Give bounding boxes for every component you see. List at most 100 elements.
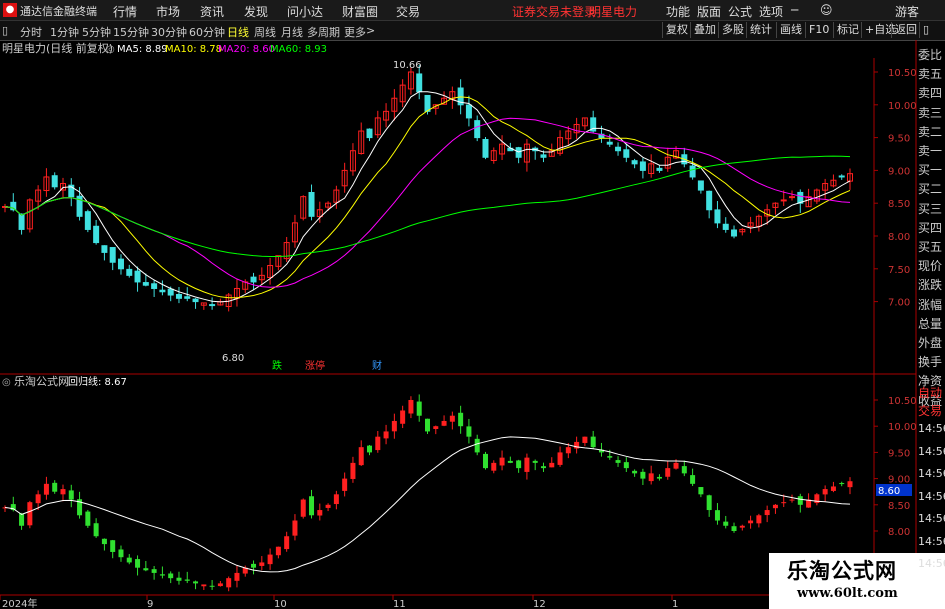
watermark-url: www.60lt.com — [797, 586, 898, 601]
candle-body — [615, 146, 622, 152]
ma-toggle-icon[interactable]: ◎ — [106, 44, 115, 55]
y-tick-label: 7.00 — [888, 298, 910, 309]
menu-options[interactable]: 选项 — [759, 3, 783, 20]
stats-button[interactable]: 统计 — [746, 22, 772, 38]
sub-candle-body — [284, 536, 290, 550]
mark-button[interactable]: 标记 — [833, 22, 859, 38]
sub-candle-body — [656, 476, 662, 479]
sub-candle-body — [847, 481, 853, 488]
sub-candle-body — [466, 426, 472, 437]
side-panel-label: 14:56 — [918, 512, 945, 525]
user-icon[interactable]: ☺ — [820, 3, 833, 17]
sub-candle-body — [615, 460, 621, 463]
sub-candle-body — [391, 420, 397, 432]
adjust-button[interactable]: 复权 — [662, 22, 688, 38]
candle-body — [84, 211, 91, 230]
period-tab[interactable]: 60分钟 — [189, 24, 225, 40]
sub-candle-body — [781, 502, 787, 504]
candle-body — [366, 128, 373, 139]
event-marker-limit-up[interactable]: 涨停 — [305, 359, 325, 372]
side-panel-label: 卖二 — [918, 124, 943, 139]
period-tab-active[interactable]: 日线 — [227, 24, 249, 40]
candle-body — [697, 180, 704, 191]
candle-body — [93, 225, 100, 244]
candle-body — [175, 293, 182, 299]
menu-formula[interactable]: 公式 — [728, 3, 752, 20]
sub-candle-body — [772, 504, 778, 509]
menu-wealth[interactable]: 财富圈 — [342, 3, 378, 20]
side-panel-label: 买三 — [918, 201, 943, 216]
sub-candle-body — [400, 410, 406, 424]
event-marker-down[interactable]: 跌 — [272, 359, 282, 372]
y-tick-label: 9.50 — [888, 134, 910, 145]
side-panel-label: 14:56 — [918, 489, 945, 503]
sub-candle-body — [830, 486, 836, 491]
candle-body — [722, 223, 729, 230]
sub-candle-body — [251, 563, 257, 568]
sub-candle-body — [309, 496, 315, 516]
x-tick: 9 — [147, 599, 153, 609]
minimize-icon[interactable]: ─ — [791, 3, 798, 17]
menu-market[interactable]: 行情 — [113, 3, 137, 20]
period-tab[interactable]: 30分钟 — [151, 24, 187, 40]
login-notice[interactable]: 证券交易未登录 — [512, 3, 596, 20]
sub-candle-body — [226, 578, 232, 588]
side-panel-label: 买二 — [918, 182, 943, 197]
y-tick-label: 8.00 — [888, 232, 910, 243]
sub-candle-body — [60, 489, 66, 495]
sub-candle-body — [549, 462, 555, 468]
x-tick: 2024年 — [2, 597, 37, 609]
app-title: 通达信金融终端 — [20, 5, 97, 18]
sub-candle-body — [159, 574, 165, 576]
candle-body — [465, 104, 472, 119]
candle-body — [631, 160, 638, 165]
period-tab[interactable]: 更多 — [344, 24, 366, 40]
period-tab[interactable]: 月线 — [281, 24, 303, 40]
period-tab[interactable]: 1分钟 — [50, 24, 79, 40]
side-panel-label: 换手 — [918, 355, 943, 370]
period-tab[interactable]: 多周期 — [307, 24, 340, 40]
sub-candle-body — [623, 462, 629, 469]
menu-discover[interactable]: 发现 — [244, 3, 268, 20]
period-tab[interactable]: 周线 — [254, 24, 276, 40]
menu-layout[interactable]: 版面 — [697, 3, 721, 20]
guest-label[interactable]: 游客 — [895, 3, 919, 20]
side-panel-label[interactable]: 交易 — [918, 402, 945, 419]
period-tab[interactable]: 分时 — [20, 24, 42, 40]
candle-body — [109, 247, 116, 263]
sub-candle-body — [68, 490, 74, 500]
sub-candle-body — [565, 447, 571, 454]
collapse-icon[interactable]: ▯ — [919, 22, 929, 38]
menu-ask[interactable]: 问小达 — [287, 3, 323, 20]
kline-chart[interactable]: 10.50 10.00 9.50 9.00 8.50 8.00 7.50 7.00 10.50 1… — [0, 40, 945, 609]
side-panel-label: 卖一 — [918, 144, 943, 158]
chevron-right-icon[interactable]: > — [366, 24, 375, 37]
side-panel-label[interactable]: 自动 — [918, 384, 945, 401]
f10-button[interactable]: F10 — [805, 22, 829, 38]
event-marker-finance[interactable]: 财 — [372, 359, 382, 372]
overlay-button[interactable]: 叠加 — [690, 22, 716, 38]
sub-candle-body — [168, 573, 174, 579]
y-tick-label: 7.50 — [888, 265, 910, 276]
back-button[interactable]: 返回 — [891, 22, 917, 38]
period-tab[interactable]: 5分钟 — [82, 24, 111, 40]
sub-toggle-icon[interactable]: ◎ — [2, 377, 11, 388]
sub-candle-body — [731, 526, 737, 531]
high-price-label: 10.66 — [393, 60, 422, 71]
multi-stock-button[interactable]: 多股 — [718, 22, 744, 38]
regression-line — [4, 436, 851, 573]
menu-news[interactable]: 资讯 — [200, 3, 224, 20]
side-panel-label: 14:56 — [918, 557, 945, 570]
menu-function[interactable]: 功能 — [666, 3, 690, 20]
y-tick-label: 8.00 — [888, 527, 910, 538]
candle-body — [424, 94, 431, 112]
draw-button[interactable]: 画线 — [776, 22, 802, 38]
menu-trade[interactable]: 交易 — [396, 3, 420, 20]
period-tab[interactable]: 15分钟 — [113, 24, 149, 40]
y-tick-label: 9.00 — [888, 166, 910, 177]
current-value: 8.60 — [878, 486, 900, 497]
sub-candle-body — [184, 579, 190, 581]
menu-exchange[interactable]: 市场 — [156, 3, 180, 20]
toolbar-menu-icon[interactable]: ▯ — [2, 24, 8, 37]
sub-candle-body — [350, 462, 356, 479]
